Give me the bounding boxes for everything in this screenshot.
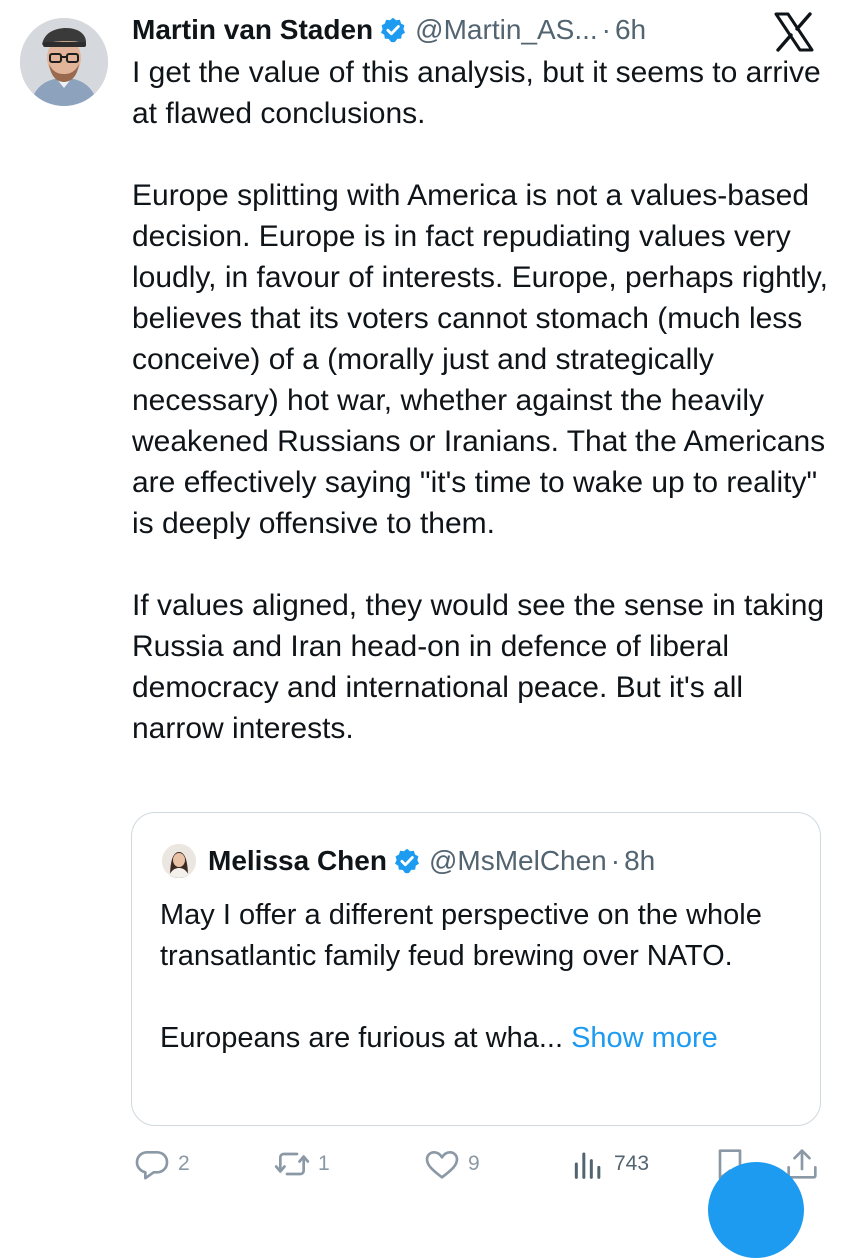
views-icon	[568, 1144, 608, 1184]
post-body: I get the value of this analysis, but it…	[132, 52, 832, 749]
post-paragraph: I get the value of this analysis, but it…	[132, 56, 821, 130]
quoted-paragraph: May I offer a different perspective on t…	[160, 899, 762, 972]
repost-button[interactable]: 1	[272, 1144, 330, 1184]
quoted-post-card[interactable]: Melissa Chen @MsMelChen · 8h May I offer…	[131, 812, 821, 1126]
quoted-author-avatar[interactable]	[162, 844, 196, 878]
repost-count: 1	[318, 1152, 330, 1175]
time-separator: ·	[601, 14, 611, 45]
compose-fab-button[interactable]	[708, 1162, 804, 1258]
quoted-post-time[interactable]: 8h	[624, 845, 655, 877]
quoted-post-body: May I offer a different perspective on t…	[160, 895, 800, 1059]
reply-icon	[132, 1144, 172, 1184]
views-button[interactable]: 743	[568, 1144, 649, 1184]
repost-icon	[272, 1144, 312, 1184]
time-separator: ·	[610, 845, 621, 876]
views-count: 743	[614, 1152, 650, 1175]
verified-badge-icon	[379, 16, 407, 44]
like-count: 9	[468, 1152, 480, 1175]
like-button[interactable]: 9	[422, 1144, 480, 1184]
show-more-link[interactable]: Show more	[571, 1022, 718, 1054]
reply-button[interactable]: 2	[132, 1144, 190, 1184]
author-avatar[interactable]	[20, 18, 108, 106]
verified-badge-icon	[393, 847, 421, 875]
post-header: Martin van Staden @Martin_AS... · 6h	[132, 10, 646, 50]
author-name[interactable]: Martin van Staden	[132, 14, 373, 46]
x-logo-icon[interactable]	[772, 12, 816, 52]
post-paragraph: If values aligned, they would see the se…	[132, 589, 825, 745]
quoted-post-header: Melissa Chen @MsMelChen · 8h	[162, 841, 655, 881]
heart-icon	[422, 1144, 462, 1184]
author-handle[interactable]: @Martin_AS...	[415, 14, 597, 46]
quoted-truncated-text: Europeans are furious at wha...	[160, 1022, 564, 1054]
quoted-author-handle[interactable]: @MsMelChen	[429, 845, 607, 877]
reply-count: 2	[178, 1152, 190, 1175]
quoted-author-name[interactable]: Melissa Chen	[208, 845, 387, 877]
quoted-paragraph: Europeans are furious at wha... Show mor…	[160, 1018, 800, 1059]
post-paragraph: Europe splitting with America is not a v…	[132, 179, 828, 540]
post-time[interactable]: 6h	[615, 14, 646, 46]
